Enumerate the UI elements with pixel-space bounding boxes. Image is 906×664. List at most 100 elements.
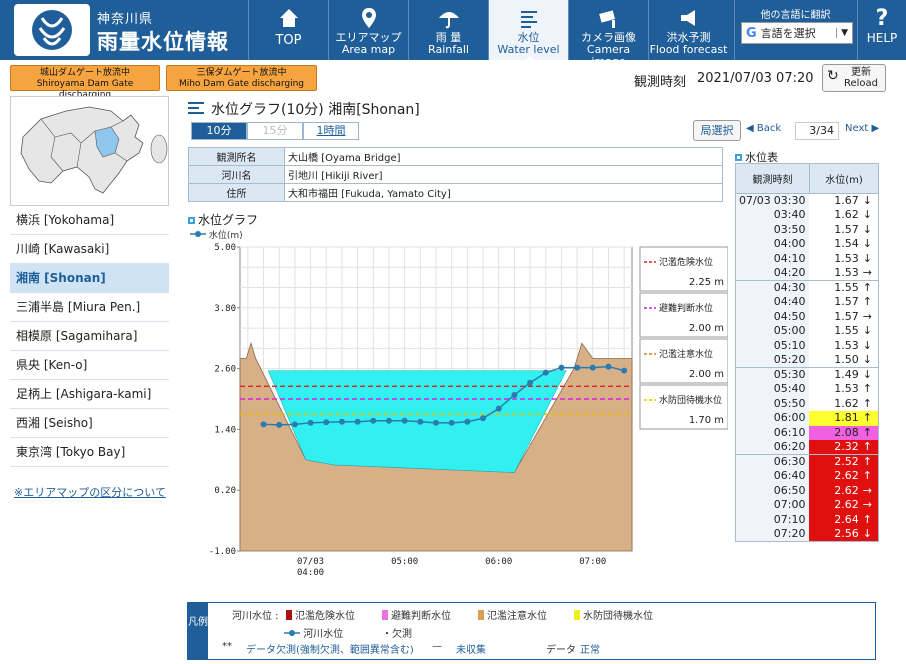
language-select[interactable]: G 言語を選択 ▼ xyxy=(741,22,853,44)
y-tick-label: 1.40 xyxy=(214,425,236,435)
data-point xyxy=(433,419,439,426)
square-icon xyxy=(188,217,195,224)
sidebar-item[interactable]: 足柄上 [Ashigara-kami] xyxy=(10,380,169,409)
table-row: 観測所名 大山橋 [Oyama Bridge] xyxy=(188,147,723,166)
level-cell: 1.49 ↓ xyxy=(809,367,880,382)
nav-area-map[interactable]: エリアマップ Area map xyxy=(328,0,408,60)
column-header-level: 水位(m) xyxy=(808,163,880,194)
level-cell: 1.62 ↓ xyxy=(809,208,880,223)
tab-1hour[interactable]: 1時間 xyxy=(303,122,359,140)
sidebar-item[interactable]: 県央 [Ken-o] xyxy=(10,351,169,380)
water-level-chart: 5.00 3.80 2.60 1.40 0.20 -1.00 07/0304:00 05:00… xyxy=(209,243,728,578)
kanagawa-logo[interactable] xyxy=(14,4,90,56)
table-row: 04:50 1.57 → xyxy=(735,309,880,324)
time-text: 06:10 xyxy=(773,425,806,439)
trend-arrow: ↓ xyxy=(862,338,872,352)
level-value: 1.67 xyxy=(834,194,859,207)
data-point xyxy=(354,418,361,425)
nav-rainfall[interactable]: 雨 量 Rainfall xyxy=(408,0,488,60)
level-cell: 1.53 ↓ xyxy=(809,251,880,266)
level-value: 1.53 xyxy=(834,251,859,265)
level-value: 2.56 xyxy=(834,527,859,540)
water-level-icon xyxy=(188,102,204,114)
help-button[interactable]: ? HELP xyxy=(857,0,906,60)
level-cell: 1.53 ↓ xyxy=(809,338,880,353)
time-cell: 03:40 xyxy=(735,208,810,223)
nav-top[interactable]: TOP xyxy=(248,0,328,60)
table-row: 05:40 1.53 ↑ xyxy=(735,382,880,397)
time-text: 04:00 xyxy=(773,237,806,251)
tab-10min[interactable]: 10分 xyxy=(191,122,247,140)
trend-arrow: ↑ xyxy=(862,425,872,439)
data-point xyxy=(605,363,612,370)
graph-title: 水位グラフ xyxy=(188,211,258,228)
time-text: 04:50 xyxy=(773,309,806,323)
reload-button[interactable]: ↻ 更新 Reload xyxy=(822,64,886,92)
next-button[interactable]: Next ▶ xyxy=(845,123,879,134)
back-button[interactable]: ◀ Back xyxy=(746,123,781,134)
time-cell: 05:30 xyxy=(735,367,810,382)
trend-arrow: ↑ xyxy=(862,382,872,396)
level-cell: 1.53 ↑ xyxy=(809,382,880,397)
area-map-info-link[interactable]: ※エリアマップの区分について xyxy=(14,484,166,500)
level-value: 1.57 xyxy=(834,295,859,309)
nav-water-level[interactable]: 水位 Water level xyxy=(488,0,568,61)
nav-camera-image[interactable]: カメラ画像 Camera image xyxy=(568,0,648,68)
sidebar-item[interactable]: 東京湾 [Tokyo Bay] xyxy=(10,438,169,467)
table-row: 07:00 2.62 → xyxy=(735,498,880,513)
header: 神奈川県 雨量水位情報 TOP エリアマップ Area map 雨 量 Rain… xyxy=(0,0,906,68)
level-cell: 1.55 ↑ xyxy=(809,280,880,295)
trend-arrow: ↑ xyxy=(862,512,872,526)
level-cell: 2.56 ↓ xyxy=(809,527,880,542)
table-row: 07/03 03:30 1.67 ↓ xyxy=(735,193,880,208)
interval-tabs: 10分 15分 1時間 xyxy=(191,122,359,140)
trend-arrow: ↓ xyxy=(862,194,872,207)
nav-flood-forecast[interactable]: 洪水予測 Flood forecast xyxy=(648,0,728,60)
time-text: 06:30 xyxy=(773,455,806,468)
time-cell: 07:00 xyxy=(735,498,810,513)
data-point xyxy=(495,405,502,412)
megaphone-icon xyxy=(649,6,728,32)
miho-dam-button[interactable]: 三保ダムゲート放流中 Miho Dam Gate discharging xyxy=(166,65,317,91)
sidebar-item[interactable]: 横浜 [Yokohama] xyxy=(10,206,169,235)
legend-river-label: 河川水位 : xyxy=(232,611,279,622)
legend-swatch xyxy=(382,610,388,620)
level-cell: 1.53 → xyxy=(809,266,880,281)
level-cell: 1.55 ↓ xyxy=(809,324,880,339)
trend-arrow: ↑ xyxy=(862,396,872,410)
time-cell: 06:20 xyxy=(735,440,810,455)
threshold-value: 2.00 m xyxy=(689,323,724,334)
data-point xyxy=(464,418,471,425)
sidebar-item[interactable]: 三浦半島 [Miura Pen.] xyxy=(10,293,169,322)
time-text: 03:50 xyxy=(773,222,806,236)
main-nav: TOP エリアマップ Area map 雨 量 Rainfall 水位 Wate… xyxy=(248,0,728,68)
data-point xyxy=(323,419,330,426)
time-text: 05:30 xyxy=(773,368,806,381)
question-icon: ? xyxy=(875,6,889,31)
trend-arrow: → xyxy=(862,498,872,512)
table-row: 06:00 1.81 ↑ xyxy=(735,411,880,426)
page-counter: 3/34 xyxy=(795,122,839,140)
data-point xyxy=(370,417,377,424)
table-row: 06:50 2.62 → xyxy=(735,483,880,498)
sidebar-item[interactable]: 川崎 [Kawasaki] xyxy=(10,235,169,264)
time-cell: 04:40 xyxy=(735,295,810,310)
observation-time-label: 観測時刻 xyxy=(634,75,687,90)
table-row: 04:20 1.53 → xyxy=(735,266,880,281)
sidebar-item[interactable]: 相模原 [Sagamihara] xyxy=(10,322,169,351)
area-map-thumbnail[interactable] xyxy=(10,96,169,206)
legend-swatch xyxy=(286,610,292,620)
trend-arrow: ↑ xyxy=(862,440,872,453)
station-select-button[interactable]: 局選択 xyxy=(693,120,741,141)
level-cell: 2.08 ↑ xyxy=(809,425,880,440)
data-point xyxy=(417,418,424,425)
time-cell: 07:20 xyxy=(735,527,810,542)
sidebar-item[interactable]: 西湘 [Seisho] xyxy=(10,409,169,438)
shiroyama-dam-button[interactable]: 城山ダムゲート放流中 Shiroyama Dam Gate dischargin… xyxy=(10,65,160,100)
table-row: 05:00 1.55 ↓ xyxy=(735,324,880,339)
sidebar-item[interactable]: 湘南 [Shonan] xyxy=(10,264,169,293)
time-cell: 05:20 xyxy=(735,353,810,368)
trend-arrow: ↑ xyxy=(862,469,872,483)
legend-river-line: 河川水位 xyxy=(284,625,343,640)
page-title: 水位グラフ(10分) 湘南[Shonan] xyxy=(211,102,420,118)
